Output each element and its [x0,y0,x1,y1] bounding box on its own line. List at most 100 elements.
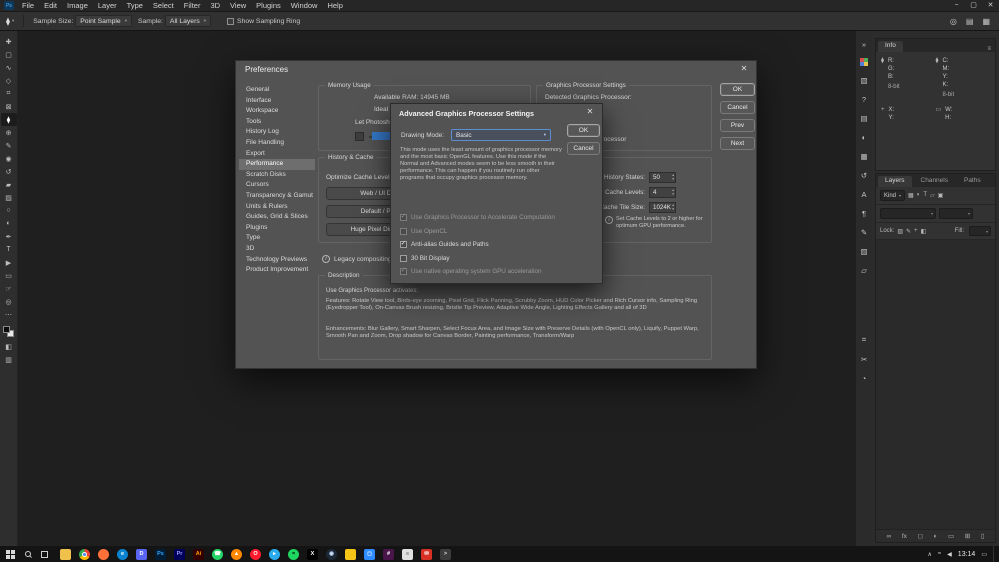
crop-tool[interactable]: ⌗ [1,87,17,100]
properties-panel-icon[interactable]: ▤ [858,113,870,123]
pen-tool[interactable]: ✒ [1,230,17,243]
options-search-icon[interactable]: ◎ [950,17,957,26]
clone-stamp-tool[interactable]: ◉ [1,152,17,165]
layer-group-icon[interactable]: ▭ [948,532,954,540]
close-button[interactable]: ✕ [982,0,999,12]
history-states-value[interactable]: 50▴▾ [649,172,676,183]
adjustment-layer-icon[interactable]: ◐ [933,533,937,540]
prefs-nav-transparency-gamut[interactable]: Transparency & Gamut [239,191,315,202]
down-arrow-icon[interactable]: ▾ [672,178,674,182]
tab-layers[interactable]: Layers [878,176,912,187]
taskbar-app-premiere[interactable]: Pr [174,549,185,560]
30-bit-display-box[interactable] [400,255,407,262]
minimize-button[interactable]: − [948,0,965,12]
adjustments-panel-icon[interactable]: ◐ [858,132,870,142]
clock[interactable]: 13:14 [958,551,976,558]
prefs-nav-interface[interactable]: Interface [239,96,315,107]
layer-filter-kind-select[interactable]: Kind ▾ [880,190,905,201]
options-workspace-icon[interactable]: ▤ [966,17,974,26]
taskbar-app-discord[interactable]: D [136,549,147,560]
taskbar-app-notes[interactable] [345,549,356,560]
checkbox-use-opencl[interactable]: Use OpenCL [400,227,555,236]
taskbar-app-illustrator[interactable]: Ai [193,549,204,560]
tray-network-icon[interactable]: ≈ [938,551,941,558]
paragraph-panel-icon[interactable]: ¶ [858,208,870,218]
layer-mask-icon[interactable]: ◻ [917,532,922,540]
tray-volume-icon[interactable]: ◀ [947,551,952,558]
use-opencl-box[interactable] [400,228,407,235]
learn-panel-icon[interactable]: ? [858,94,870,104]
prefs-nav-guides-grid-slices[interactable]: Guides, Grid & Slices [239,212,315,223]
foreground-color-swatch[interactable] [3,326,10,333]
checkbox-anti-alias-guides-and-paths[interactable]: ✓Anti-alias Guides and Paths [400,240,555,249]
anti-alias-guides-and-paths-box[interactable]: ✓ [400,241,407,248]
notes-panel-icon[interactable]: ✂ [858,354,870,364]
taskbar-app-x[interactable]: X [307,549,318,560]
menu-file[interactable]: File [17,0,39,12]
quick-mask-icon[interactable]: ◧ [1,340,17,353]
taskbar-app-steam[interactable]: ◉ [326,549,337,560]
eraser-tool[interactable]: ▰ [1,178,17,191]
menu-edit[interactable]: Edit [39,0,62,12]
opacity-select[interactable]: ▾ [939,208,973,219]
object-selection-tool[interactable]: ◇ [1,74,17,87]
brushes-panel-icon[interactable]: ✎ [858,227,870,237]
lock-pixels-icon[interactable]: ✎ [906,228,911,235]
sample-size-select[interactable]: Point Sample ▾ [75,15,132,27]
dodge-tool[interactable]: ◐ [1,217,17,230]
tray-expand-icon[interactable]: ∧ [927,551,931,558]
blend-mode-select[interactable]: ▾ [880,208,936,219]
prefs-nav-units-rulers[interactable]: Units & Rulers [239,202,315,213]
taskbar-app-spotify[interactable]: ≈ [288,549,299,560]
taskbar-app-whatsapp[interactable]: ☎ [212,549,223,560]
stepper-arrows-icon[interactable]: ▴▾ [672,203,674,212]
color-panel-icon[interactable]: ▧ [858,75,870,85]
blur-tool[interactable]: ○ [1,204,17,217]
prefs-nav-3d[interactable]: 3D [239,244,315,255]
prefs-nav-history-log[interactable]: History Log [239,127,315,138]
stepper-arrows-icon[interactable]: ▴▾ [672,173,674,182]
hand-tool[interactable]: ☞ [1,282,17,295]
screen-mode-icon[interactable]: ▥ [1,353,17,366]
use-native-operating-system-gpu-acceleration-box[interactable]: ✓ [400,268,407,275]
taskbar-app-vlc[interactable]: ▲ [231,549,242,560]
move-tool[interactable]: ✚ [1,35,17,48]
checkbox-box[interactable] [227,18,234,25]
taskbar-search-button[interactable] [20,551,36,557]
taskbar-app-slack[interactable]: # [383,549,394,560]
collapse-panels-icon[interactable]: » [858,39,870,49]
tab-channels[interactable]: Channels [914,176,955,187]
taskbar-app-telegram[interactable]: ▸ [269,549,280,560]
prefs-nav-cursors[interactable]: Cursors [239,180,315,191]
task-view-button[interactable] [36,551,52,558]
zoom-tool[interactable]: ◎ [1,295,17,308]
menu-filter[interactable]: Filter [179,0,206,12]
prefs-nav-export[interactable]: Export [239,149,315,160]
ram-slider-handle[interactable] [372,132,392,140]
taskbar-app-opera[interactable]: O [250,549,261,560]
lock-all-icon[interactable]: ◧ [921,228,927,235]
patterns-panel-icon[interactable]: ▨ [858,246,870,256]
show-desktop-button[interactable] [993,546,996,562]
prefs-nav-performance[interactable]: Performance [239,159,315,170]
prefs-nav-technology-previews[interactable]: Technology Previews [239,255,315,266]
lock-position-icon[interactable]: + [914,228,918,235]
rectangle-tool[interactable]: ▭ [1,269,17,282]
maximize-button[interactable]: ▢ [965,0,982,12]
timeline-panel-icon[interactable]: ⌗ [858,335,870,345]
close-icon[interactable]: ✕ [585,107,595,116]
tab-paths[interactable]: Paths [957,176,988,187]
frame-tool[interactable]: ⊠ [1,100,17,113]
edit-toolbar-icon[interactable]: ⋯ [1,308,17,321]
tray-notifications-icon[interactable]: ▭ [981,551,987,558]
history-panel-icon[interactable]: ↺ [858,170,870,180]
taskbar-app-files[interactable]: ≡ [402,549,413,560]
menu-view[interactable]: View [225,0,251,12]
delete-layer-icon[interactable]: ▯ [981,532,985,540]
ok-button[interactable]: OK [567,124,600,137]
next-button[interactable]: Next [720,137,755,150]
layers-list[interactable] [876,240,995,529]
taskbar-app-firefox[interactable] [98,549,109,560]
down-arrow-icon[interactable]: ▾ [672,193,674,197]
prefs-nav-type[interactable]: Type [239,233,315,244]
